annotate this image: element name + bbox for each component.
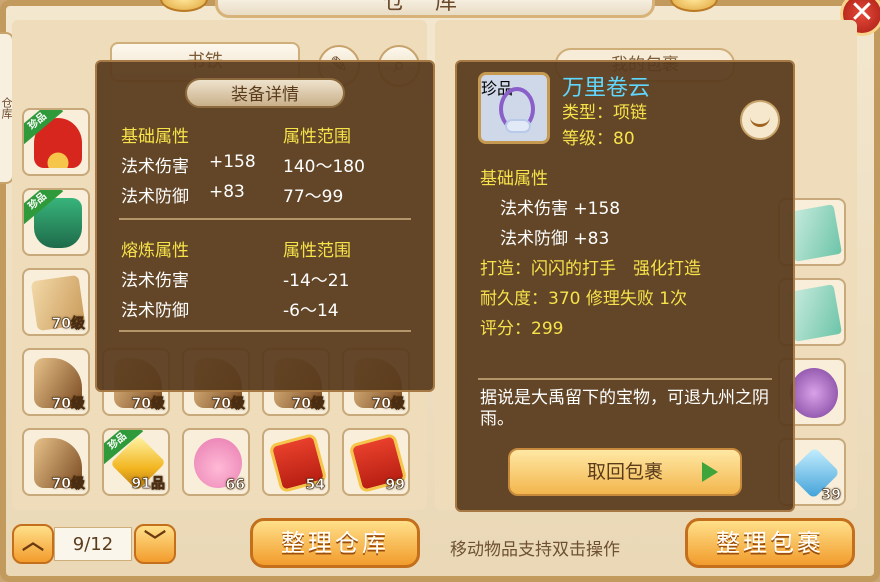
slot-label: 70级 bbox=[51, 396, 85, 413]
attr-value: +83 bbox=[209, 182, 245, 202]
smelt-attr-header: 熔炼属性 bbox=[121, 241, 189, 261]
storage-slot[interactable]: 66 bbox=[182, 428, 250, 496]
storage-slot[interactable]: 70级 bbox=[22, 348, 90, 416]
eye-toggle-icon[interactable] bbox=[740, 100, 780, 140]
forge-info: 打造：闪闪的打手 强化打造 bbox=[480, 259, 701, 279]
storage-slot[interactable]: 99 bbox=[342, 428, 410, 496]
chevron-down-icon: ﹀ bbox=[143, 530, 166, 555]
smelt-range-header: 属性范围 bbox=[283, 241, 351, 261]
necklace-pendant bbox=[505, 119, 531, 133]
tooltip-basic-header: 基础属性 bbox=[480, 169, 548, 189]
page-up-button[interactable]: ︿ bbox=[12, 524, 54, 564]
slot-label: 70级 bbox=[131, 396, 165, 413]
page-down-button[interactable]: ﹀ bbox=[134, 524, 176, 564]
retrieve-to-bag-button[interactable]: 取回包裹 bbox=[508, 448, 742, 496]
attr-name: 法术防御 bbox=[121, 301, 189, 321]
basic-attr-header: 基础属性 bbox=[121, 127, 189, 147]
attr-range: -6～14 bbox=[283, 301, 339, 321]
basic-range-header: 属性范围 bbox=[283, 127, 351, 147]
necklace-item-icon: 珍品 bbox=[478, 72, 550, 144]
attr-name: 法术防御 bbox=[121, 187, 189, 207]
slot-label: 70级 bbox=[291, 396, 325, 413]
window-title: 仓库 bbox=[215, 0, 655, 18]
storage-slot[interactable]: 珍品 bbox=[22, 188, 90, 256]
storage-slot[interactable]: 70级 bbox=[22, 428, 90, 496]
slot-label: 70级 bbox=[211, 396, 245, 413]
attr-name: 法术伤害 bbox=[121, 271, 189, 291]
item-type: 类型：项链 bbox=[562, 103, 647, 123]
score-info: 评分：299 bbox=[480, 319, 564, 339]
slot-label: 91品 bbox=[131, 476, 165, 493]
retrieve-label: 取回包裹 bbox=[586, 461, 663, 483]
chevron-up-icon: ︿ bbox=[21, 530, 44, 555]
attr-range: 77～99 bbox=[283, 187, 344, 207]
organize-warehouse-button[interactable]: 整理仓库 bbox=[250, 518, 420, 568]
divider bbox=[478, 378, 772, 380]
organize-bag-button[interactable]: 整理包裹 bbox=[685, 518, 855, 568]
arrow-right-icon bbox=[702, 462, 718, 482]
storage-slot[interactable]: 珍品 bbox=[22, 108, 90, 176]
slot-label: 39 bbox=[821, 487, 841, 504]
pouch-item-icon bbox=[790, 368, 838, 418]
storage-slot[interactable]: 70级 bbox=[22, 268, 90, 336]
attr-range: 140～180 bbox=[283, 157, 365, 177]
slot-label: 66 bbox=[225, 477, 245, 494]
attr-range: -14～21 bbox=[283, 271, 350, 291]
slot-label: 70级 bbox=[51, 476, 85, 493]
storage-slot[interactable]: 54 bbox=[262, 428, 330, 496]
page-indicator: 9/12 bbox=[54, 527, 132, 561]
divider bbox=[119, 218, 411, 220]
item-description: 据说是大禹留下的宝物，可退九州之阴雨。 bbox=[480, 388, 769, 429]
slot-label: 70级 bbox=[371, 396, 405, 413]
detail-heading: 装备详情 bbox=[185, 78, 345, 108]
storage-slot[interactable]: 珍品 91品 bbox=[102, 428, 170, 496]
slot-label: 99 bbox=[385, 477, 405, 494]
equipment-detail-panel: 装备详情 基础属性 属性范围 法术伤害 +158 140～180 法术防御 +8… bbox=[95, 60, 435, 392]
divider bbox=[119, 330, 411, 332]
durability-info: 耐久度：370 修理失败 1次 bbox=[480, 289, 688, 309]
item-level: 等级：80 bbox=[562, 129, 635, 149]
attr-name: 法术伤害 bbox=[121, 157, 189, 177]
attr-value: +158 bbox=[209, 152, 256, 172]
tooltip-stat: 法术防御 +83 bbox=[500, 229, 610, 249]
tooltip-stat: 法术伤害 +158 bbox=[500, 199, 621, 219]
slot-label: 54 bbox=[305, 477, 325, 494]
slot-label: 70级 bbox=[51, 316, 85, 333]
bag-hint: 移动物品支持双击操作 bbox=[450, 540, 620, 560]
